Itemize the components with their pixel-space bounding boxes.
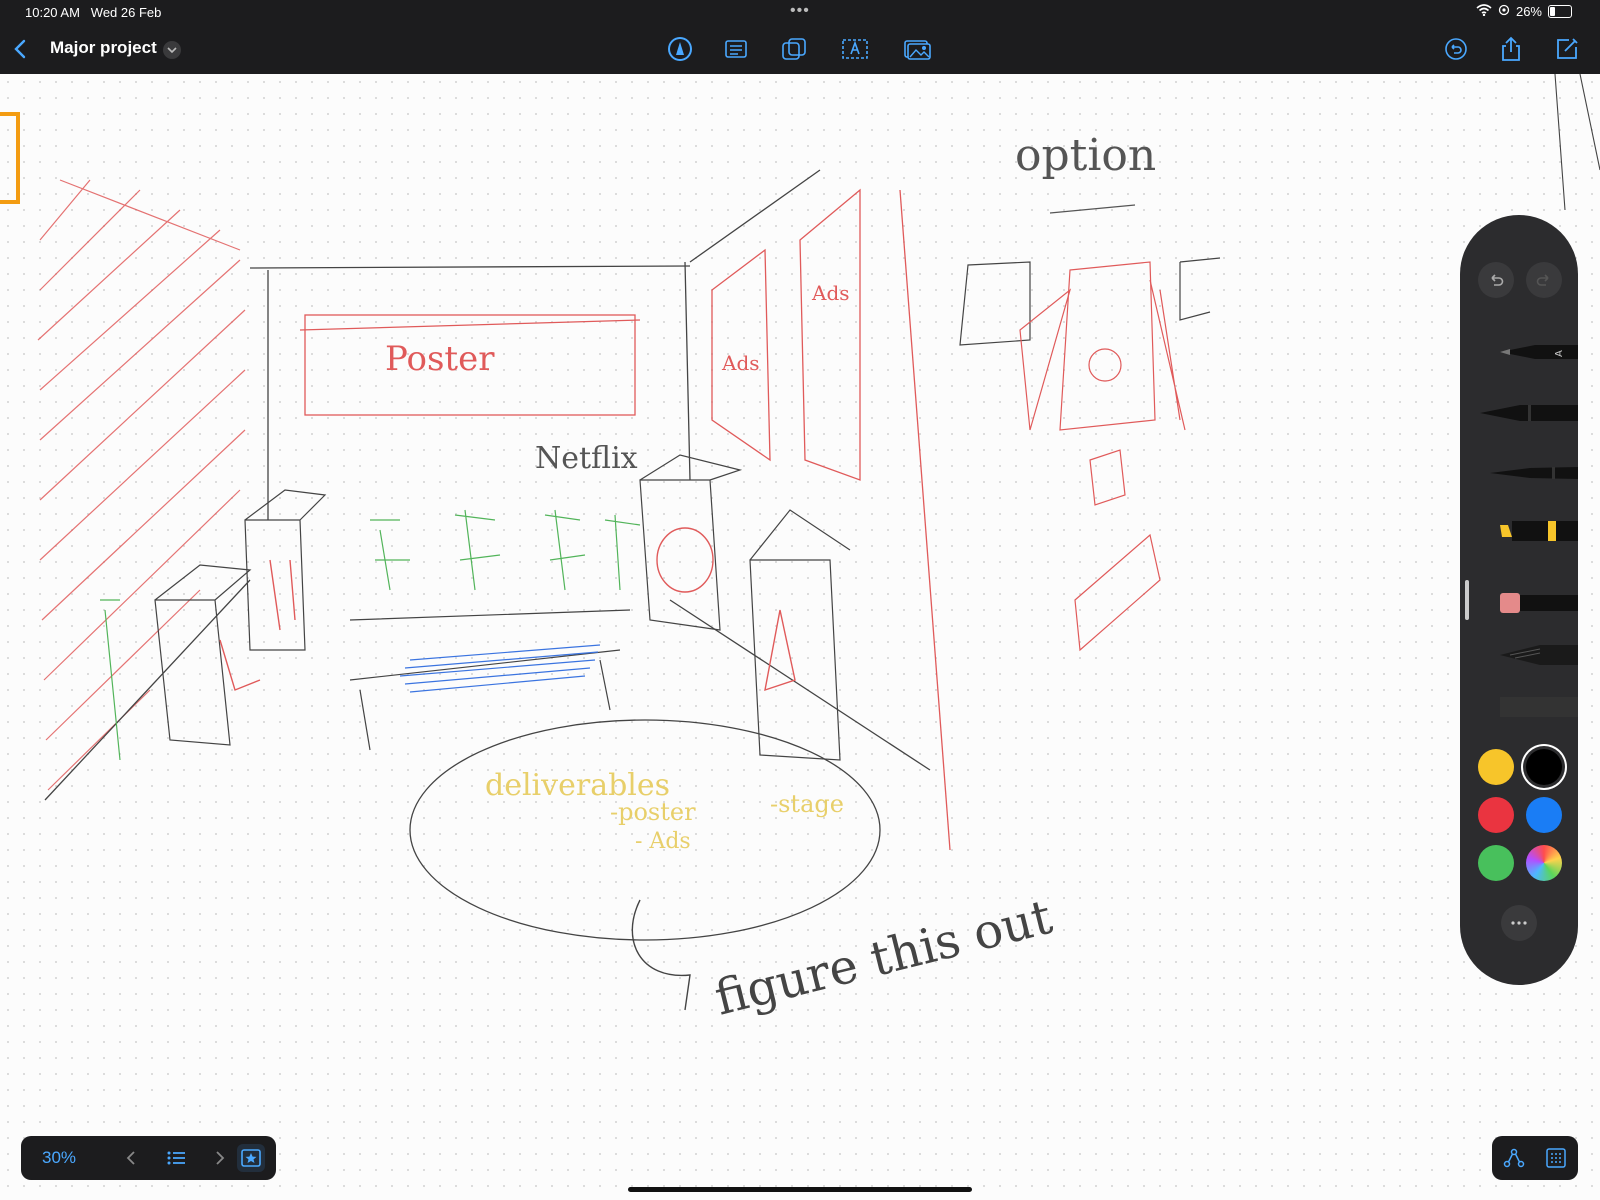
ads-label-1: Ads bbox=[721, 351, 760, 375]
pen-tool bbox=[1480, 405, 1578, 421]
chevron-down-icon bbox=[167, 47, 177, 54]
yellow-notes: deliverables -poster - Ads -stage bbox=[485, 768, 844, 854]
fineliner-tool bbox=[1490, 467, 1578, 479]
drawing-canvas[interactable]: Poster Netflix Ads Ads deliverables -pos… bbox=[0, 74, 1600, 1200]
netflix-label: Netflix bbox=[535, 441, 638, 476]
multitask-dots[interactable]: ••• bbox=[790, 2, 810, 20]
ellipsis-icon bbox=[1511, 921, 1527, 925]
option-label: option bbox=[1015, 130, 1156, 181]
undo-arrow-icon bbox=[1491, 274, 1504, 286]
eraser-tool bbox=[1500, 593, 1578, 613]
previous-page-button[interactable] bbox=[119, 1146, 143, 1170]
pen-mode-icon bbox=[668, 37, 692, 61]
zoom-level[interactable]: 30% bbox=[42, 1148, 76, 1168]
poster-label: Poster bbox=[385, 339, 495, 379]
sketch-drawing: Poster Netflix Ads Ads deliverables -pos… bbox=[0, 74, 1600, 1027]
notebook-title[interactable]: Major project bbox=[50, 38, 157, 58]
color-swatch-yellow[interactable] bbox=[1478, 749, 1514, 785]
list-icon bbox=[167, 1151, 185, 1165]
status-time: 10:20 AM bbox=[25, 5, 80, 20]
image-icon bbox=[904, 40, 931, 60]
dot-grid-icon bbox=[1546, 1148, 1566, 1168]
edge-lines bbox=[1554, 74, 1600, 211]
color-picker-wheel[interactable] bbox=[1526, 845, 1562, 881]
option-sketch-red bbox=[1019, 261, 1186, 652]
chevron-right-icon bbox=[216, 1151, 225, 1165]
share-icon bbox=[1502, 36, 1520, 61]
connect-button[interactable] bbox=[1502, 1146, 1526, 1170]
document-icon bbox=[725, 40, 747, 58]
palette-undo-button[interactable] bbox=[1478, 262, 1514, 298]
tool-palette: A bbox=[1460, 215, 1578, 985]
palette-grabber[interactable] bbox=[1465, 580, 1469, 620]
status-time-date: 10:20 AM Wed 26 Feb bbox=[25, 5, 161, 20]
figure-this-out-note: figure this out bbox=[709, 889, 1057, 1027]
textbox-icon bbox=[842, 39, 868, 59]
fountain-pen-tool: A bbox=[1500, 345, 1578, 359]
page-list-button[interactable] bbox=[164, 1146, 188, 1170]
ads-panels: Ads Ads bbox=[711, 188, 951, 851]
highlighter-tool bbox=[1500, 521, 1578, 541]
wifi-icon bbox=[1476, 4, 1492, 19]
option-sketch-outline bbox=[959, 257, 1221, 346]
undo-icon bbox=[1445, 38, 1467, 60]
new-note-button[interactable] bbox=[1552, 34, 1582, 64]
lasso-tool bbox=[1500, 645, 1578, 665]
room-outline bbox=[44, 169, 931, 801]
svg-text:A: A bbox=[1554, 350, 1565, 357]
share-button[interactable] bbox=[1496, 34, 1526, 64]
drawing-tools[interactable]: A bbox=[1460, 325, 1578, 725]
star-bookmark-icon bbox=[241, 1149, 261, 1167]
poster-frame: Poster bbox=[299, 314, 641, 416]
compose-icon bbox=[1557, 38, 1578, 59]
redo-arrow-icon bbox=[1536, 274, 1549, 286]
top-toolbar: Major project bbox=[0, 24, 1600, 74]
palette-redo-button[interactable] bbox=[1526, 262, 1562, 298]
color-swatch-red[interactable] bbox=[1478, 797, 1514, 833]
ads-note: - Ads bbox=[635, 829, 691, 854]
location-icon bbox=[1498, 4, 1510, 19]
page-navigation-bar: 30% bbox=[21, 1136, 276, 1180]
poster-note: -poster bbox=[610, 798, 696, 826]
status-right: 26% bbox=[1476, 4, 1572, 19]
next-page-button[interactable] bbox=[208, 1146, 232, 1170]
grid-toggle-button[interactable] bbox=[1544, 1146, 1568, 1170]
color-swatch-black[interactable] bbox=[1526, 749, 1562, 785]
color-swatch-blue[interactable] bbox=[1526, 797, 1562, 833]
red-hatched-wall bbox=[37, 179, 246, 791]
red-marks bbox=[219, 527, 796, 692]
furniture-sketch bbox=[154, 454, 851, 761]
battery-percent: 26% bbox=[1515, 4, 1542, 19]
textbox-button[interactable] bbox=[840, 34, 870, 64]
chevron-left-icon bbox=[126, 1151, 135, 1165]
image-button[interactable] bbox=[902, 34, 932, 64]
stage-note: -stage bbox=[770, 790, 844, 818]
status-bar: 10:20 AM Wed 26 Feb ••• 26% bbox=[0, 0, 1600, 24]
undo-history-button[interactable] bbox=[1441, 34, 1471, 64]
back-button[interactable] bbox=[5, 34, 35, 64]
shapes-icon bbox=[782, 38, 806, 60]
chevron-left-icon bbox=[14, 39, 26, 59]
palette-more-button[interactable] bbox=[1501, 905, 1537, 941]
blue-table bbox=[399, 644, 601, 693]
title-menu-button[interactable] bbox=[163, 41, 181, 59]
home-indicator[interactable] bbox=[628, 1187, 972, 1192]
ads-label-2: Ads bbox=[811, 281, 850, 305]
arrow-stroke bbox=[631, 899, 691, 1011]
ruler-tool bbox=[1500, 697, 1578, 717]
bookmark-button[interactable] bbox=[237, 1144, 265, 1172]
pen-tool-button[interactable] bbox=[665, 34, 695, 64]
color-swatch-green[interactable] bbox=[1478, 845, 1514, 881]
option-underline bbox=[1049, 204, 1136, 214]
text-format-button[interactable] bbox=[721, 34, 751, 64]
page-thumbnail-frame bbox=[0, 112, 20, 204]
canvas-options-bar bbox=[1492, 1136, 1578, 1180]
battery-icon bbox=[1548, 5, 1572, 18]
graph-nodes-icon bbox=[1503, 1148, 1525, 1168]
status-date: Wed 26 Feb bbox=[90, 5, 162, 20]
shapes-button[interactable] bbox=[779, 34, 809, 64]
